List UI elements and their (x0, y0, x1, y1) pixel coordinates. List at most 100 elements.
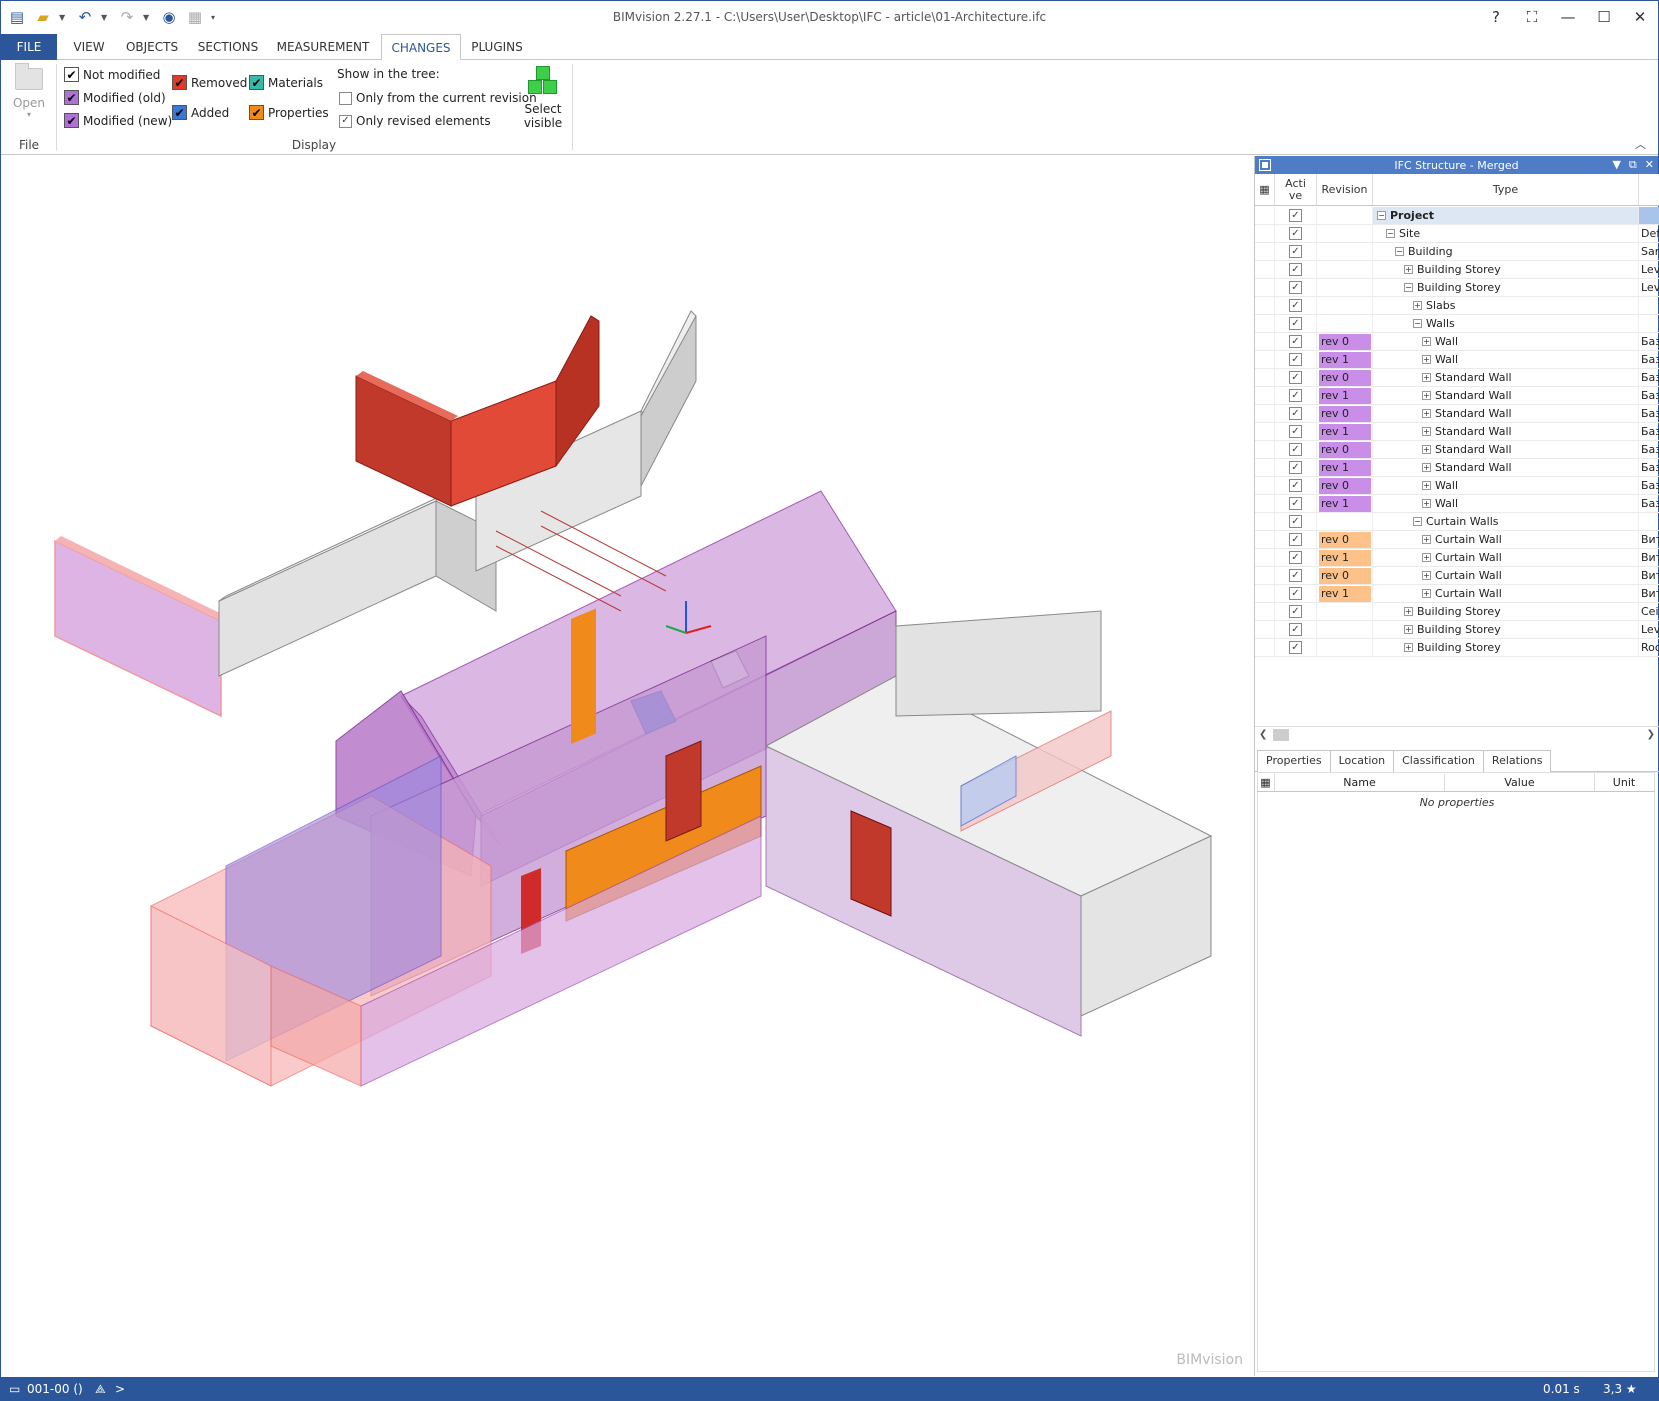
tree-row[interactable]: ✓ + Building Storey Ceiling (1255, 603, 1659, 621)
tree-row[interactable]: ✓ rev 1 + Curtain Wall Витраж (1255, 549, 1659, 567)
expand-icon[interactable]: + (1422, 499, 1431, 508)
help-button[interactable]: ? (1478, 1, 1514, 33)
column-chooser-icon[interactable]: ▦ (1255, 174, 1275, 205)
type-cell[interactable]: − Project (1373, 207, 1639, 224)
active-checkbox[interactable]: ✓ (1275, 531, 1317, 548)
type-cell[interactable]: + Curtain Wall (1373, 531, 1639, 548)
expand-icon[interactable]: + (1404, 607, 1413, 616)
added-checkbox[interactable]: ✔ Added (172, 105, 229, 120)
fullscreen-button[interactable]: ⛶ (1514, 1, 1550, 33)
column-chooser-icon[interactable]: ▦ (1257, 774, 1275, 791)
collapse-icon[interactable]: − (1395, 247, 1404, 256)
horizontal-scrollbar[interactable]: ❮ ❯ (1255, 726, 1659, 742)
expand-icon[interactable]: + (1422, 463, 1431, 472)
tree-row[interactable]: ✓ rev 1 + Wall Базова (1255, 495, 1659, 513)
scroll-thumb[interactable] (1273, 728, 1289, 741)
type-cell[interactable]: + Curtain Wall (1373, 549, 1639, 566)
expand-icon[interactable]: + (1422, 481, 1431, 490)
expand-icon[interactable]: + (1422, 409, 1431, 418)
tree-row[interactable]: ✓ rev 0 + Curtain Wall Витраж (1255, 531, 1659, 549)
ifc-tree[interactable]: ✓−Project✓−SiteDefault✓−BuildingSamuel✓+… (1255, 207, 1659, 657)
tab-measurement[interactable]: MEASUREMENT (273, 34, 373, 60)
type-cell[interactable]: + Standard Wall (1373, 405, 1639, 422)
select-visible-button[interactable]: Select visible (521, 66, 565, 130)
modified-new-checkbox[interactable]: ✔ Modified (new) (64, 113, 172, 128)
expand-icon[interactable]: + (1422, 373, 1431, 382)
active-checkbox[interactable]: ✓ (1275, 225, 1317, 242)
type-cell[interactable]: − Curtain Walls (1373, 513, 1639, 530)
collapse-icon[interactable]: − (1377, 211, 1386, 220)
tree-row[interactable]: ✓ − Walls (1255, 315, 1659, 333)
properties-checkbox[interactable]: ✔ Properties (249, 105, 329, 120)
type-cell[interactable]: + Curtain Wall (1373, 585, 1639, 602)
tree-row[interactable]: ✓ rev 0 + Curtain Wall Витраж (1255, 567, 1659, 585)
active-checkbox[interactable]: ✓ (1275, 297, 1317, 314)
tab-changes[interactable]: CHANGES (381, 34, 461, 61)
expand-icon[interactable]: + (1422, 571, 1431, 580)
column-active[interactable]: Acti ve (1275, 174, 1317, 205)
expand-icon[interactable]: + (1422, 337, 1431, 346)
tree-row[interactable]: ✓ rev 0 + Wall Базова (1255, 333, 1659, 351)
expand-icon[interactable]: + (1422, 553, 1431, 562)
expand-icon[interactable]: + (1422, 355, 1431, 364)
tab-classification[interactable]: Classification (1393, 750, 1484, 772)
tab-relations[interactable]: Relations (1482, 750, 1552, 772)
tab-view[interactable]: VIEW (67, 34, 111, 60)
active-checkbox[interactable]: ✓ (1275, 333, 1317, 350)
open-button[interactable]: Open ▾ (11, 63, 47, 119)
not-modified-checkbox[interactable]: ✔ Not modified (64, 67, 160, 82)
type-cell[interactable]: + Wall (1373, 351, 1639, 368)
collapse-icon[interactable]: − (1413, 517, 1422, 526)
tree-row[interactable]: ✓ + Building Storey Level 2 (1255, 621, 1659, 639)
expand-icon[interactable]: + (1404, 625, 1413, 634)
expand-icon[interactable]: + (1422, 391, 1431, 400)
type-cell[interactable]: + Building Storey (1373, 603, 1639, 620)
expand-icon[interactable]: + (1422, 445, 1431, 454)
type-cell[interactable]: − Walls (1373, 315, 1639, 332)
type-cell[interactable]: + Standard Wall (1373, 441, 1639, 458)
type-cell[interactable]: + Slabs (1373, 297, 1639, 314)
tree-row[interactable]: ✓ rev 0 + Standard Wall Базова (1255, 441, 1659, 459)
active-checkbox[interactable]: ✓ (1275, 405, 1317, 422)
expand-icon[interactable]: + (1422, 535, 1431, 544)
maximize-button[interactable]: ☐ (1586, 1, 1622, 33)
panel-splitter[interactable] (1255, 742, 1659, 748)
materials-checkbox[interactable]: ✔ Materials (249, 75, 323, 90)
expand-icon[interactable]: + (1404, 643, 1413, 652)
tree-row[interactable]: ✓ rev 1 + Standard Wall Базова (1255, 459, 1659, 477)
panel-close-icon[interactable]: ✕ (1645, 158, 1654, 172)
expand-icon[interactable]: + (1413, 301, 1422, 310)
tree-row[interactable]: ✓ rev 1 + Curtain Wall Витраж (1255, 585, 1659, 603)
type-cell[interactable]: + Building Storey (1373, 261, 1639, 278)
active-checkbox[interactable]: ✓ (1275, 639, 1317, 656)
status-nav[interactable]: > (115, 1382, 125, 1396)
active-checkbox[interactable]: ✓ (1275, 603, 1317, 620)
active-checkbox[interactable]: ✓ (1275, 459, 1317, 476)
column-name[interactable]: Name (1275, 774, 1445, 791)
active-checkbox[interactable]: ✓ (1275, 477, 1317, 494)
only-revised-elements-checkbox[interactable]: ✓ Only revised elements (339, 114, 491, 128)
active-checkbox[interactable]: ✓ (1275, 423, 1317, 440)
active-checkbox[interactable]: ✓ (1275, 621, 1317, 638)
close-button[interactable]: ✕ (1622, 1, 1658, 33)
type-cell[interactable]: + Wall (1373, 495, 1639, 512)
column-value[interactable]: Value (1445, 774, 1595, 791)
tree-row[interactable]: ✓ rev 0 + Standard Wall Базова (1255, 369, 1659, 387)
tab-location[interactable]: Location (1329, 750, 1395, 772)
collapse-icon[interactable]: − (1386, 229, 1395, 238)
tree-row[interactable]: ✓ − Project (1255, 207, 1659, 225)
active-checkbox[interactable]: ✓ (1275, 567, 1317, 584)
tree-row[interactable]: ✓ rev 1 + Standard Wall Базова (1255, 423, 1659, 441)
active-checkbox[interactable]: ✓ (1275, 369, 1317, 386)
type-cell[interactable]: + Standard Wall (1373, 423, 1639, 440)
type-cell[interactable]: − Site (1373, 225, 1639, 242)
removed-checkbox[interactable]: ✔ Removed (172, 75, 247, 90)
active-checkbox[interactable]: ✓ (1275, 261, 1317, 278)
tree-row[interactable]: ✓ rev 0 + Wall Базова (1255, 477, 1659, 495)
tab-sections[interactable]: SECTIONS (193, 34, 263, 60)
active-checkbox[interactable]: ✓ (1275, 315, 1317, 332)
tree-row[interactable]: ✓−SiteDefault (1255, 225, 1659, 243)
navigation-icon[interactable]: ⟁ (95, 1382, 106, 1397)
only-current-revision-checkbox[interactable]: Only from the current revision (339, 91, 537, 105)
type-cell[interactable]: + Standard Wall (1373, 459, 1639, 476)
